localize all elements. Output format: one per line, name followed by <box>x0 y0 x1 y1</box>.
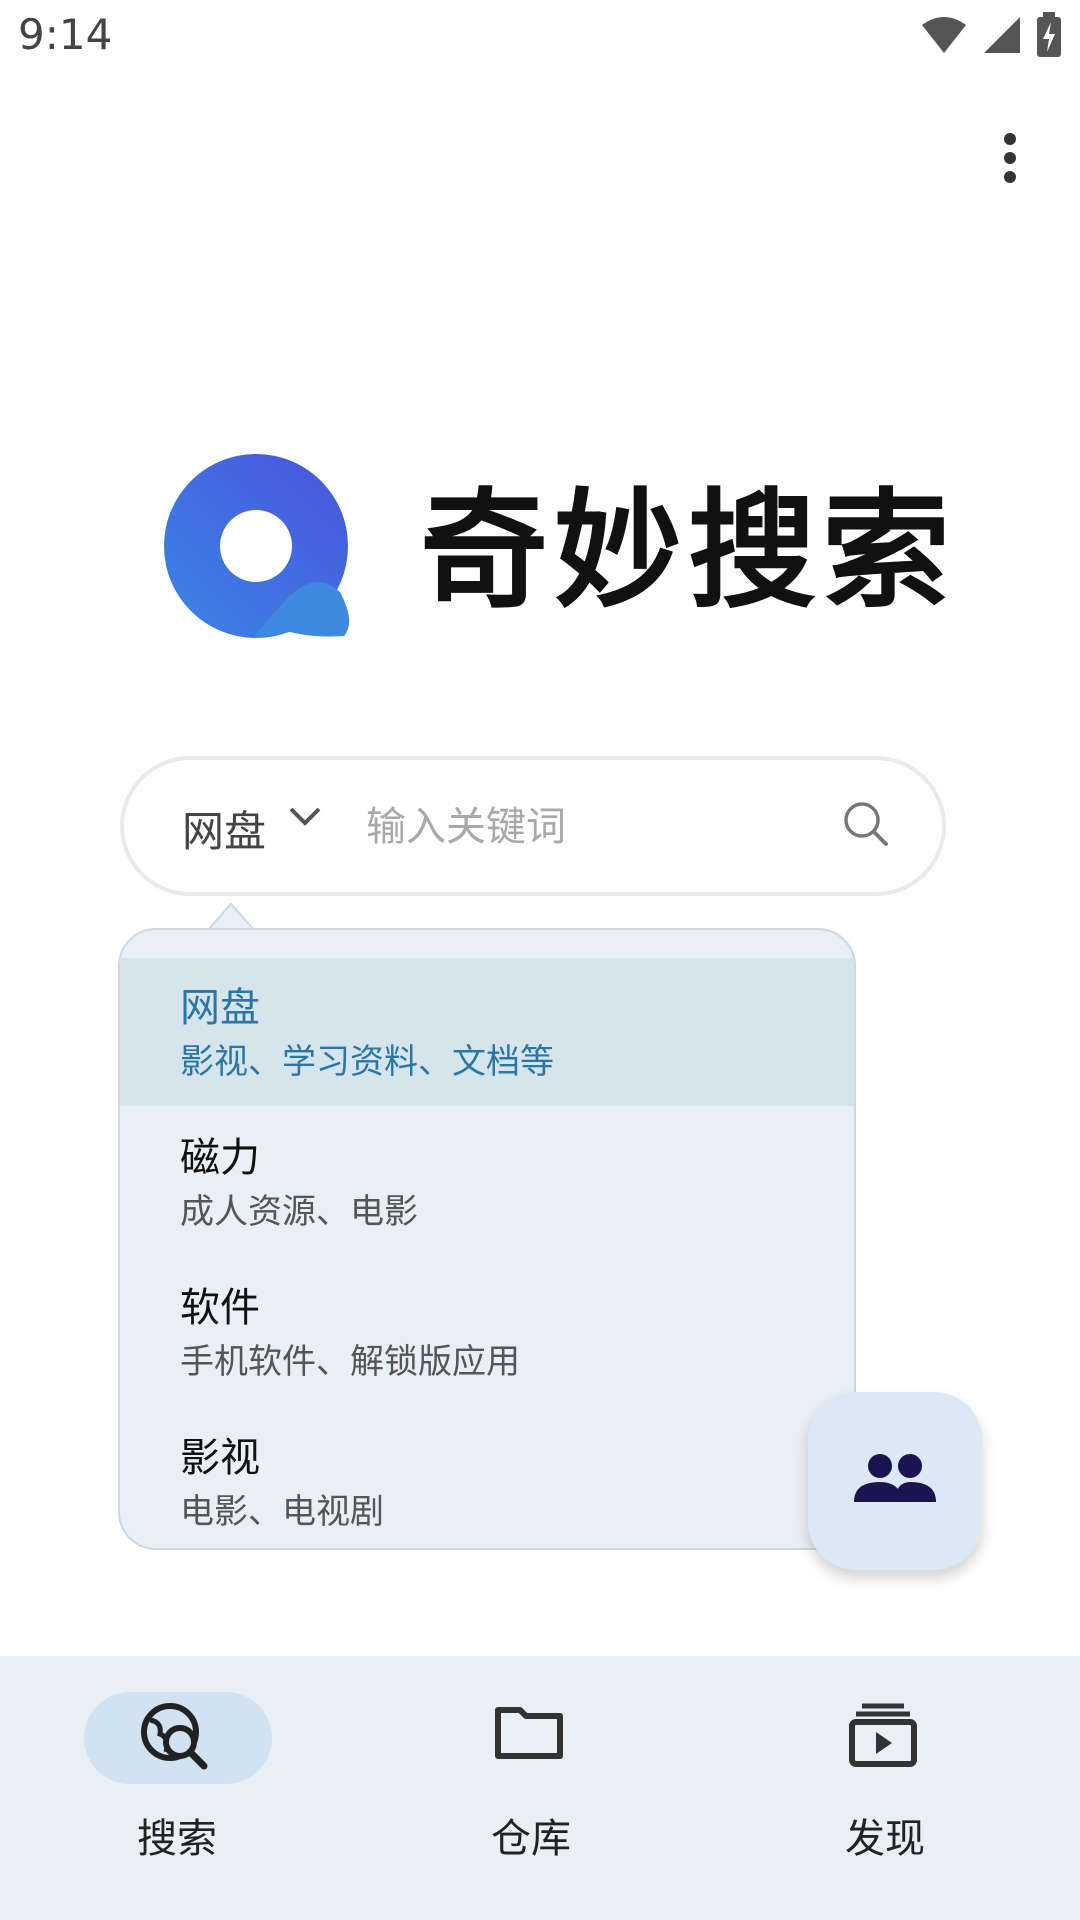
nav-label: 仓库 <box>491 1816 571 1862</box>
bottom-navigation: 搜索 仓库 发现 <box>0 1656 1080 1920</box>
search-type-dropdown: 网盘 影视、学习资料、文档等 磁力 成人资源、电影 软件 手机软件、解锁版应用 … <box>118 928 856 1550</box>
nav-item-search[interactable]: 搜索 <box>82 1656 282 1920</box>
dropdown-item-subtitle: 成人资源、电影 <box>180 1192 418 1232</box>
status-bar: 9:14 <box>0 0 1080 72</box>
dropdown-item-title: 网盘 <box>180 985 260 1031</box>
battery-charging-icon <box>1036 12 1062 62</box>
dropdown-item-wangpan[interactable]: 网盘 影视、学习资料、文档等 <box>120 958 854 1106</box>
chevron-down-icon[interactable] <box>288 806 322 832</box>
search-icon[interactable] <box>842 800 890 852</box>
video-library-icon <box>848 1702 918 1772</box>
community-fab[interactable] <box>808 1392 982 1570</box>
nav-item-warehouse[interactable]: 仓库 <box>436 1656 636 1920</box>
dropdown-item-title: 磁力 <box>180 1135 260 1181</box>
dropdown-item-title: 软件 <box>180 1285 260 1331</box>
dropdown-item-subtitle: 电影、电视剧 <box>180 1492 384 1532</box>
app-logo <box>164 452 364 652</box>
dropdown-item-yingshi[interactable]: 影视 电影、电视剧 <box>120 1408 854 1548</box>
folder-icon <box>494 1702 564 1766</box>
app-title: 奇妙搜索 <box>420 477 957 626</box>
dropdown-item-cili[interactable]: 磁力 成人资源、电影 <box>120 1108 854 1256</box>
signal-icon <box>982 15 1022 59</box>
dropdown-item-title: 影视 <box>180 1435 260 1481</box>
more-options-button[interactable] <box>980 130 1040 190</box>
more-vertical-icon <box>1002 132 1018 188</box>
nav-item-discover[interactable]: 发现 <box>790 1656 990 1920</box>
status-time: 9:14 <box>18 10 113 59</box>
dropdown-item-subtitle: 手机软件、解锁版应用 <box>180 1342 520 1382</box>
dropdown-item-subtitle: 影视、学习资料、文档等 <box>180 1042 554 1082</box>
group-icon <box>850 1452 940 1512</box>
nav-label: 发现 <box>845 1816 925 1862</box>
search-box: 网盘 <box>120 756 946 896</box>
status-icons <box>920 12 1062 62</box>
search-globe-icon <box>140 1702 212 1778</box>
nav-label: 搜索 <box>137 1816 217 1862</box>
wifi-icon <box>920 15 968 59</box>
dropdown-item-ruanjian[interactable]: 软件 手机软件、解锁版应用 <box>120 1258 854 1406</box>
search-type-selector[interactable]: 网盘 <box>182 798 266 859</box>
